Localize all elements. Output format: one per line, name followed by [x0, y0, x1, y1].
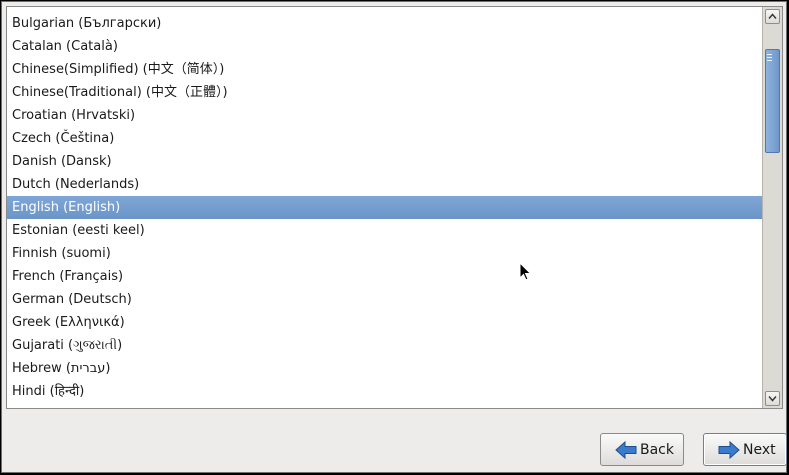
scroll-up-button[interactable]	[765, 9, 780, 24]
language-item[interactable]: Greek (Ελληνικά)	[7, 311, 762, 334]
language-item[interactable]: Danish (Dansk)	[7, 150, 762, 173]
next-button-label: Next	[743, 441, 776, 458]
language-item[interactable]: Bulgarian (Български)	[7, 12, 762, 35]
vertical-scrollbar[interactable]	[762, 7, 782, 408]
language-item[interactable]: Hebrew (עברית)	[7, 357, 762, 380]
language-item[interactable]: Chinese(Simplified) (中文（简体）)	[7, 58, 762, 81]
language-list-frame: Bulgarian (Български) Catalan (Català) C…	[6, 6, 783, 409]
scrollbar-thumb[interactable]	[765, 49, 780, 153]
language-item-selected[interactable]: English (English)	[7, 196, 762, 219]
language-item[interactable]: Dutch (Nederlands)	[7, 173, 762, 196]
back-button-label: Back	[640, 441, 674, 458]
language-item[interactable]: Czech (Čeština)	[7, 127, 762, 150]
arrow-left-icon	[615, 440, 637, 459]
back-button[interactable]: Back	[600, 433, 684, 466]
language-item[interactable]: Hindi (हिन्दी)	[7, 380, 762, 403]
language-item[interactable]: Finnish (suomi)	[7, 242, 762, 265]
chevron-up-icon	[768, 13, 777, 19]
language-item[interactable]: Estonian (eesti keel)	[7, 219, 762, 242]
language-item[interactable]: Croatian (Hrvatski)	[7, 104, 762, 127]
arrow-right-icon	[718, 440, 740, 459]
chevron-down-icon	[768, 396, 777, 402]
scrollbar-grip-icon	[767, 54, 772, 61]
language-list[interactable]: Bulgarian (Български) Catalan (Català) C…	[7, 7, 762, 408]
language-item[interactable]: French (Français)	[7, 265, 762, 288]
language-item[interactable]: Gujarati (ગુજરાતી)	[7, 334, 762, 357]
installer-window: Bulgarian (Български) Catalan (Català) C…	[1, 1, 787, 473]
mouse-cursor-icon	[519, 262, 532, 281]
language-item[interactable]: Catalan (Català)	[7, 35, 762, 58]
language-item[interactable]: Chinese(Traditional) (中文（正體）)	[7, 81, 762, 104]
scroll-down-button[interactable]	[765, 391, 780, 406]
next-button[interactable]: Next	[703, 433, 787, 466]
language-item[interactable]: German (Deutsch)	[7, 288, 762, 311]
